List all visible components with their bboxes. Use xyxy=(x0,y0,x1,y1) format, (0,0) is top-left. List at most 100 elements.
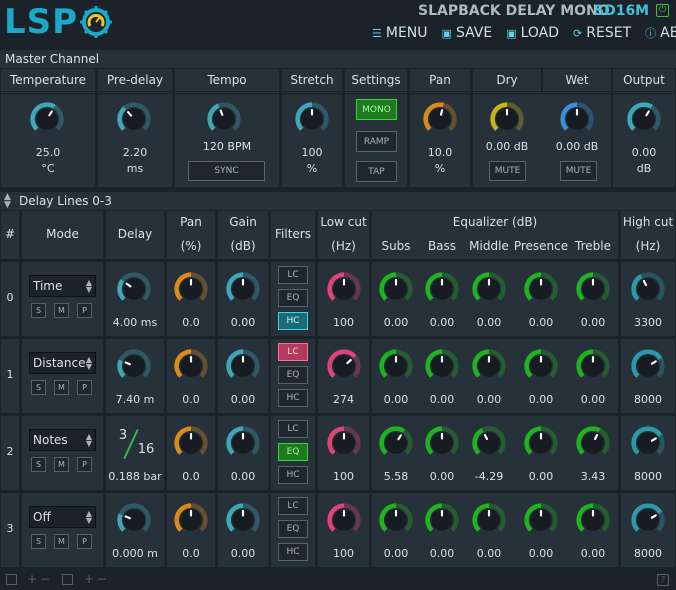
gain-knob[interactable] xyxy=(225,348,261,384)
filter-hc-button[interactable]: HC xyxy=(278,543,308,561)
wet-knob[interactable] xyxy=(559,101,595,137)
eq-middle-knob[interactable] xyxy=(471,502,507,538)
mode-select[interactable]: Distance ▲ ▼ xyxy=(29,352,96,374)
mode-select[interactable]: Off ▲ ▼ xyxy=(29,506,96,528)
row-solo-button[interactable]: S xyxy=(31,380,46,395)
filter-eq-button[interactable]: EQ xyxy=(278,289,308,307)
predelay-knob[interactable] xyxy=(116,101,152,137)
eq-subs-knob[interactable] xyxy=(378,502,414,538)
filter-eq-button[interactable]: EQ xyxy=(278,443,308,461)
eq-middle-knob[interactable] xyxy=(471,425,507,461)
highcut-knob[interactable] xyxy=(630,502,666,538)
row-mute-button[interactable]: M xyxy=(54,303,69,318)
eq-subs-knob[interactable] xyxy=(378,271,414,307)
add-icon-2[interactable]: + xyxy=(84,572,94,586)
pan-knob[interactable] xyxy=(422,101,458,137)
eq-subs-knob[interactable] xyxy=(378,425,414,461)
pan-unit: % xyxy=(434,162,446,175)
remove-icon-2[interactable]: − xyxy=(97,572,107,586)
gain-knob[interactable] xyxy=(225,425,261,461)
eq-treble-knob[interactable] xyxy=(575,502,611,538)
mode-select[interactable]: Time ▲ ▼ xyxy=(29,275,96,297)
eq-bass-knob[interactable] xyxy=(424,348,460,384)
row-mute-button[interactable]: M xyxy=(54,457,69,472)
eq-middle-value: 0.00 xyxy=(476,547,502,560)
filter-hc-button[interactable]: HC xyxy=(278,466,308,484)
filter-lc-button[interactable]: LC xyxy=(278,497,308,515)
sync-button[interactable]: SYNC xyxy=(188,161,265,181)
filter-hc-button[interactable]: HC xyxy=(278,389,308,407)
tempo-knob[interactable] xyxy=(206,101,242,137)
settings-ramp-button[interactable]: RAMP xyxy=(356,131,397,152)
menu-reset-button[interactable]: ⟳ RESET xyxy=(573,25,631,41)
row-phase-button[interactable]: P xyxy=(77,534,92,549)
delay-knob[interactable] xyxy=(116,502,152,538)
mode-select[interactable]: Notes ▲ ▼ xyxy=(29,429,96,451)
eq-treble-knob[interactable] xyxy=(575,271,611,307)
temperature-knob[interactable] xyxy=(29,101,65,137)
pan-knob[interactable] xyxy=(173,502,209,538)
menu-about-button[interactable]: ⓘABOUT xyxy=(645,25,676,41)
highcut-knob[interactable] xyxy=(630,348,666,384)
delay-knob[interactable] xyxy=(116,271,152,307)
settings-mono-button[interactable]: MONO xyxy=(356,99,397,120)
filter-lc-button[interactable]: LC xyxy=(278,343,308,361)
remove-icon[interactable]: − xyxy=(40,572,50,586)
lowcut-knob[interactable] xyxy=(326,425,362,461)
pan-knob[interactable] xyxy=(173,271,209,307)
row-mute-button[interactable]: M xyxy=(54,380,69,395)
wet-mute-button[interactable]: MUTE xyxy=(560,161,597,181)
filter-eq-button[interactable]: EQ xyxy=(278,520,308,538)
filter-lc-button[interactable]: LC xyxy=(278,266,308,284)
eq-presence-knob[interactable] xyxy=(523,348,559,384)
help-icon[interactable]: ? xyxy=(657,574,669,586)
eq-bass-knob[interactable] xyxy=(424,271,460,307)
row-mute-button[interactable]: M xyxy=(54,534,69,549)
eq-subs-knob[interactable] xyxy=(378,348,414,384)
eq-treble-knob[interactable] xyxy=(575,348,611,384)
dry-knob[interactable] xyxy=(489,101,525,137)
row-phase-button[interactable]: P xyxy=(77,303,92,318)
eq-bass-knob[interactable] xyxy=(424,502,460,538)
pan-knob[interactable] xyxy=(173,425,209,461)
window-icon[interactable] xyxy=(6,574,17,585)
dry-mute-button[interactable]: MUTE xyxy=(489,161,526,181)
power-icon[interactable]: ⏻ xyxy=(656,4,669,17)
delay-knob[interactable] xyxy=(116,348,152,384)
eq-presence-knob[interactable] xyxy=(523,271,559,307)
highcut-knob[interactable] xyxy=(630,271,666,307)
eq-presence-knob[interactable] xyxy=(523,502,559,538)
eq-middle-knob[interactable] xyxy=(471,271,507,307)
row-solo-button[interactable]: S xyxy=(31,534,46,549)
gain-knob[interactable] xyxy=(225,271,261,307)
pan-knob[interactable] xyxy=(173,348,209,384)
row-solo-button[interactable]: S xyxy=(31,303,46,318)
lowcut-knob[interactable] xyxy=(326,271,362,307)
filter-hc-button[interactable]: HC xyxy=(278,312,308,330)
menu-label: SAVE xyxy=(455,25,493,41)
lowcut-knob[interactable] xyxy=(326,502,362,538)
expand-icon[interactable]: ▲ ▼ xyxy=(4,193,11,210)
output-knob[interactable] xyxy=(626,101,662,137)
highcut-knob[interactable] xyxy=(630,425,666,461)
eq-middle-knob[interactable] xyxy=(471,348,507,384)
menu-menu-button[interactable]: ☰ MENU xyxy=(372,25,428,41)
eq-treble-knob[interactable] xyxy=(575,425,611,461)
add-icon[interactable]: + xyxy=(27,572,37,586)
stretch-value: 100 xyxy=(301,146,323,159)
settings-tap-button[interactable]: TAP xyxy=(356,161,397,182)
eq-presence-knob[interactable] xyxy=(523,425,559,461)
menu-load-button[interactable]: ▣ LOAD xyxy=(506,25,559,41)
row-phase-button[interactable]: P xyxy=(77,380,92,395)
gain-knob[interactable] xyxy=(225,502,261,538)
row-2-cell-1 xyxy=(21,415,104,491)
lowcut-knob[interactable] xyxy=(326,348,362,384)
stretch-knob[interactable] xyxy=(294,101,330,137)
row-solo-button[interactable]: S xyxy=(31,457,46,472)
filter-eq-button[interactable]: EQ xyxy=(278,366,308,384)
row-phase-button[interactable]: P xyxy=(77,457,92,472)
menu-save-button[interactable]: ▣ SAVE xyxy=(442,25,493,41)
text-icon[interactable] xyxy=(62,574,73,585)
eq-bass-knob[interactable] xyxy=(424,425,460,461)
filter-lc-button[interactable]: LC xyxy=(278,420,308,438)
